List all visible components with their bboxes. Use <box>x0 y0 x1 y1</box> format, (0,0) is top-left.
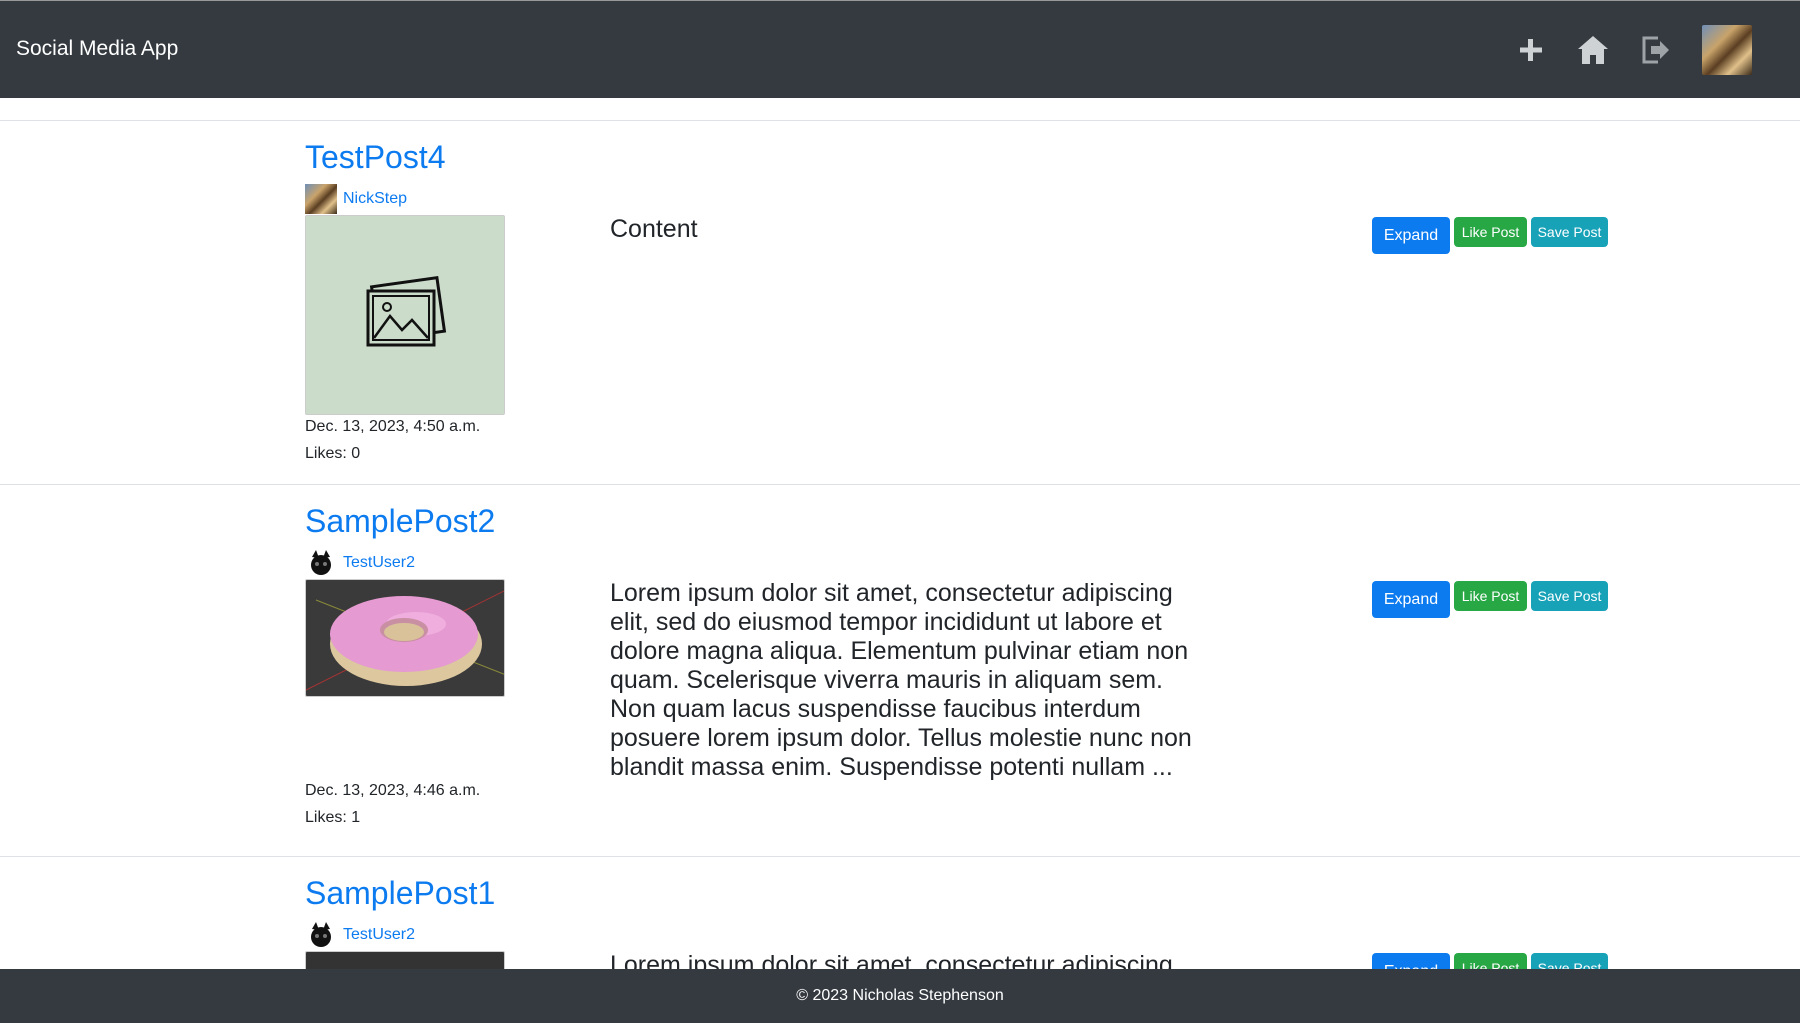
expand-button[interactable]: Expand <box>1372 217 1450 254</box>
placeholder-image-icon <box>366 275 447 347</box>
post-author: TestUser2 <box>305 920 415 950</box>
post-author: TestUser2 <box>305 548 415 578</box>
brand-link[interactable]: Social Media App <box>16 37 178 61</box>
post-content: Content <box>610 215 698 243</box>
post-card: SamplePost1 TestUser2 Lorem ipsum dolor … <box>0 856 1800 969</box>
footer-copyright: © 2023 Nicholas Stephenson <box>796 987 1004 1004</box>
like-post-button[interactable]: Like Post <box>1454 217 1527 247</box>
profile-avatar[interactable] <box>1702 25 1752 75</box>
save-post-button[interactable]: Save Post <box>1531 953 1608 969</box>
author-avatar <box>305 184 337 214</box>
post-title-link[interactable]: SamplePost1 <box>305 875 495 912</box>
post-date: Dec. 13, 2023, 4:50 a.m. <box>305 418 481 435</box>
author-link[interactable]: TestUser2 <box>343 926 415 944</box>
like-post-button[interactable]: Like Post <box>1454 581 1527 611</box>
like-post-button[interactable]: Like Post <box>1454 953 1527 969</box>
post-card: TestPost4 NickStep Dec. 13, 2023, 4:50 a… <box>0 120 1800 485</box>
logout-icon[interactable] <box>1638 33 1672 67</box>
post-author: NickStep <box>305 184 407 214</box>
plus-icon[interactable] <box>1514 33 1548 67</box>
post-feed: TestPost4 NickStep Dec. 13, 2023, 4:50 a… <box>0 98 1800 969</box>
post-image[interactable] <box>305 951 505 969</box>
post-likes: Likes: 1 <box>305 809 361 826</box>
post-title-link[interactable]: TestPost4 <box>305 139 446 176</box>
navbar: Social Media App <box>0 0 1800 98</box>
author-link[interactable]: TestUser2 <box>343 554 415 572</box>
save-post-button[interactable]: Save Post <box>1531 581 1608 611</box>
expand-button[interactable]: Expand <box>1372 581 1450 618</box>
post-card: SamplePost2 TestUser2 Dec. 13, 2023, 4:4… <box>0 484 1800 857</box>
author-link[interactable]: NickStep <box>343 190 407 208</box>
save-post-button[interactable]: Save Post <box>1531 217 1608 247</box>
post-image[interactable] <box>305 215 505 415</box>
post-content: Lorem ipsum dolor sit amet, consectetur … <box>610 579 1192 781</box>
home-icon[interactable] <box>1576 33 1610 67</box>
post-title-link[interactable]: SamplePost2 <box>305 503 495 540</box>
post-content: Lorem ipsum dolor sit amet, consectetur … <box>610 951 1173 969</box>
post-actions: Expand Like Post Save Post <box>1372 953 1608 969</box>
post-image[interactable] <box>305 579 505 697</box>
post-actions: Expand Like Post Save Post <box>1372 217 1608 254</box>
expand-button[interactable]: Expand <box>1372 953 1450 969</box>
author-avatar <box>311 922 331 947</box>
post-likes: Likes: 0 <box>305 445 361 462</box>
post-actions: Expand Like Post Save Post <box>1372 581 1608 618</box>
footer: © 2023 Nicholas Stephenson <box>0 969 1800 1023</box>
author-avatar <box>311 550 331 575</box>
donut-render <box>306 590 504 691</box>
post-date: Dec. 13, 2023, 4:46 a.m. <box>305 782 481 799</box>
